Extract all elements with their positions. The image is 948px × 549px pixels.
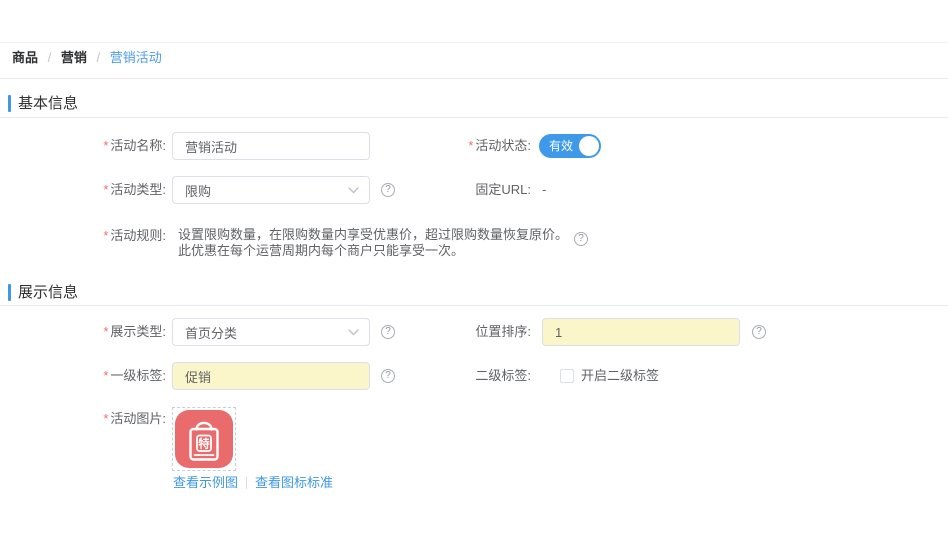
section-underline: [0, 305, 948, 306]
activity-rules-label: *活动规则:: [0, 229, 166, 243]
marketing-activity-page: 商品 / 营销 / 营销活动 基本信息 *活动名称: *活动状态: 有效 *活动…: [0, 0, 948, 549]
activity-image-preview: 特: [175, 410, 233, 468]
activity-image-label: *活动图片:: [0, 412, 166, 426]
fixed-url-value: -: [542, 183, 546, 197]
svg-text:特: 特: [198, 437, 210, 451]
breadcrumb-item-products[interactable]: 商品: [12, 50, 38, 65]
activity-status-label: *活动状态:: [380, 139, 531, 153]
activity-type-label: *活动类型:: [0, 183, 166, 197]
view-icon-standard-link[interactable]: 查看图标标准: [255, 475, 333, 490]
header-divider: [0, 42, 948, 43]
activity-type-value: 限购: [185, 181, 211, 200]
content-top-divider: [0, 78, 948, 79]
position-order-label: 位置排序:: [380, 325, 531, 339]
display-type-select[interactable]: 首页分类: [172, 318, 370, 346]
display-type-label: *展示类型:: [0, 325, 166, 339]
breadcrumb-separator: /: [48, 50, 52, 65]
fixed-url-label: 固定URL:: [380, 183, 531, 197]
shopping-bag-icon: 特: [175, 410, 233, 468]
section-title-display-info: 展示信息: [18, 284, 78, 301]
activity-rules-help-icon[interactable]: ?: [574, 232, 588, 246]
link-divider: [246, 477, 247, 489]
view-example-link[interactable]: 查看示例图: [173, 475, 238, 490]
activity-name-label: *活动名称:: [0, 139, 166, 153]
activity-image-links: 查看示例图 查看图标标准: [173, 475, 333, 490]
toggle-on-text: 有效: [549, 134, 573, 158]
chevron-down-icon: [348, 187, 359, 194]
position-order-help-icon[interactable]: ?: [752, 325, 766, 339]
secondary-tag-checkbox[interactable]: [560, 369, 574, 383]
activity-status-toggle[interactable]: 有效: [539, 134, 601, 158]
primary-tag-label: *一级标签:: [0, 369, 166, 383]
display-type-value: 首页分类: [185, 323, 237, 342]
breadcrumb-item-marketing[interactable]: 营销: [61, 50, 87, 65]
section-accent-bar: [8, 95, 11, 112]
breadcrumb-separator: /: [97, 50, 101, 65]
secondary-tag-checkbox-label[interactable]: 开启二级标签: [581, 369, 659, 383]
activity-name-input[interactable]: [172, 132, 370, 160]
breadcrumb: 商品 / 营销 / 营销活动: [12, 50, 162, 65]
position-order-input[interactable]: [542, 318, 740, 346]
activity-rules-line2: 此优惠在每个运营周期内每个商户只能享受一次。: [178, 244, 464, 258]
section-accent-bar: [8, 284, 11, 301]
activity-image-upload[interactable]: 特: [172, 407, 236, 471]
primary-tag-input[interactable]: [172, 362, 370, 390]
secondary-tag-label: 二级标签:: [380, 369, 531, 383]
breadcrumb-item-marketing-activity: 营销活动: [110, 50, 162, 65]
section-underline: [0, 117, 948, 118]
chevron-down-icon: [348, 329, 359, 336]
toggle-knob: [579, 136, 599, 156]
section-title-basic-info: 基本信息: [18, 95, 78, 112]
activity-type-select[interactable]: 限购: [172, 176, 370, 204]
